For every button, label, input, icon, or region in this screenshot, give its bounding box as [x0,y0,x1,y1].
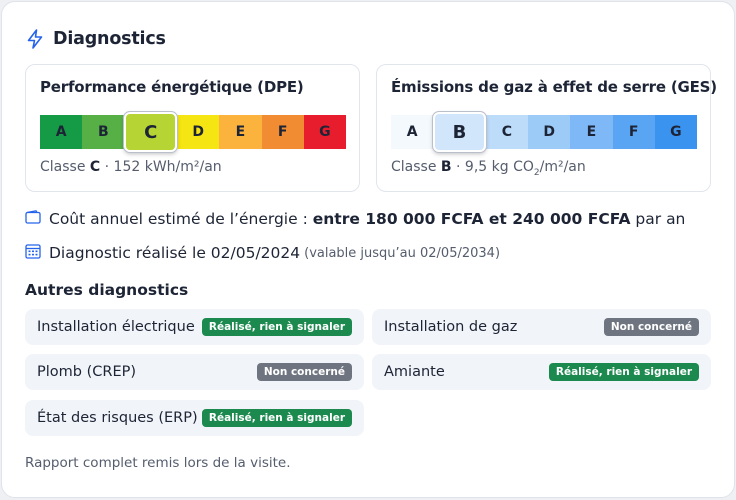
dpe-caption-prefix: Classe [40,159,90,175]
ges-class-d: D [528,115,571,149]
ges-class-f: F [612,115,655,149]
diagnostic-date-row: Diagnostic réalisé le 02/05/2024 (valabl… [25,243,500,263]
energy-cost-label: Coût annuel estimé de l’énergie : [49,210,313,228]
diagnostic-validity: (valable jusqu’au 02/05/2034) [304,245,501,261]
dpe-class-a: A [40,115,83,149]
page-title: Diagnostics [53,29,166,49]
other-diagnostics-title: Autres diagnostics [25,281,189,299]
dpe-class-d: D [177,115,220,149]
diagnostic-item-label: Installation de gaz [384,319,518,335]
lightning-icon [26,29,44,49]
dpe-caption: Classe C · 152 kWh/m²/an [40,159,222,175]
status-badge: Réalisé, rien à signaler [201,409,352,427]
status-badge: Réalisé, rien à signaler [548,363,699,381]
ges-scale: ABCDEFG [391,112,697,152]
dpe-class-c: C [124,112,178,152]
ges-title: Émissions de gaz à effet de serre (GES) [391,78,717,96]
diagnostic-item-label: État des risques (ERP) [37,410,198,426]
status-badge: Non concerné [603,318,699,336]
ges-caption-unit: /m²/an [539,159,586,175]
diagnostic-item-label: Amiante [384,364,445,380]
ges-caption-class: B [440,159,452,175]
dpe-caption-class: C [89,159,101,175]
diagnostic-item: État des risques (ERP) Réalisé, rien à si… [25,400,364,436]
ges-class-e: E [570,115,613,149]
dpe-class-b: B [82,115,125,149]
diagnostic-item: Amiante Réalisé, rien à signaler [372,354,711,390]
card-header: Diagnostics [26,27,166,51]
status-badge: Réalisé, rien à signaler [201,318,352,336]
diagnostic-item-label: Plomb (CREP) [37,364,137,380]
ges-caption-prefix: Classe [391,159,441,175]
diagnostic-item: Installation de gaz Non concerné [372,309,711,345]
ges-caption-value: · 9,5 kg CO [451,159,534,175]
ges-class-a: A [391,115,434,149]
diagnostic-item: Installation électrique Réalisé, rien à s… [25,309,364,345]
dpe-title: Performance énergétique (DPE) [40,78,304,96]
diagnostic-item: Plomb (CREP) Non concerné [25,354,364,390]
dpe-class-e: E [219,115,262,149]
dpe-class-f: F [261,115,304,149]
ges-panel: Émissions de gaz à effet de serre (GES) … [376,64,717,192]
energy-cost-row: Coût annuel estimé de l’énergie : entre … [25,210,685,228]
energy-cost-suffix: par an [630,210,686,228]
status-badge: Non concerné [256,363,352,381]
dpe-class-g: G [303,115,346,149]
dpe-panel: Performance énergétique (DPE) ABCDEFG Cl… [25,64,360,192]
dpe-caption-value: · 152 kWh/m²/an [100,159,222,175]
calendar-icon [25,243,41,263]
ges-class-c: C [485,115,529,149]
diagnostic-date-label: Diagnostic réalisé le 02/05/2024 [49,244,301,262]
ges-class-g: G [654,115,697,149]
energy-cost-range: entre 180 000 FCFA et 240 000 FCFA [312,210,631,228]
ges-caption: Classe B · 9,5 kg CO2/m²/an [391,159,586,178]
diagnostic-item-label: Installation électrique [37,319,195,335]
dpe-scale: ABCDEFG [40,112,346,152]
footer-note: Rapport complet remis lors de la visite. [25,455,291,471]
ges-class-b: B [433,112,486,152]
wallet-icon [25,210,41,228]
